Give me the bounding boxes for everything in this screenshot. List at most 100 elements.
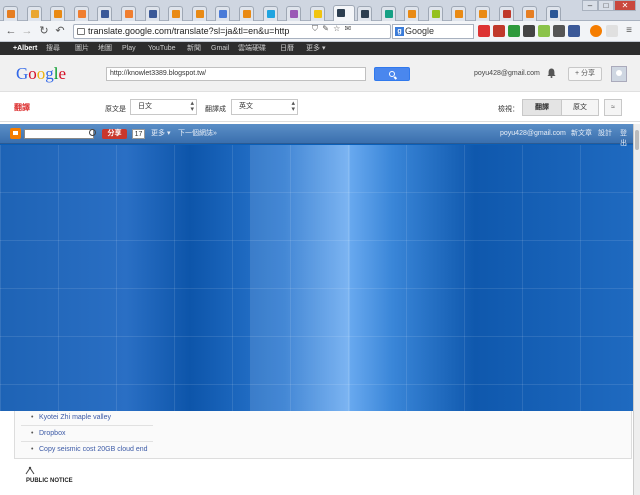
browser-tab[interactable]: [475, 6, 490, 21]
tab-favicon-icon: [502, 10, 511, 18]
forward-icon[interactable]: →: [20, 24, 34, 38]
red-extension-icon[interactable]: [493, 25, 505, 37]
browser-tab[interactable]: [427, 6, 443, 21]
browser-tab[interactable]: [3, 6, 18, 21]
view-original-button[interactable]: 原文: [561, 99, 599, 116]
browser-tab[interactable]: [262, 6, 278, 21]
green-extension-icon[interactable]: [508, 25, 520, 37]
collapse-header-button[interactable]: ≈: [604, 99, 622, 116]
tab-favicon-icon: [266, 10, 275, 18]
next-blog-link[interactable]: 下一個網誌»: [178, 129, 217, 139]
browser-tab[interactable]: [50, 6, 66, 21]
translate-url-input[interactable]: http://knowlet3389.blogspot.tw/: [106, 67, 366, 81]
notification-bell-icon[interactable]: [547, 68, 556, 78]
extension-icon[interactable]: [606, 25, 618, 37]
gbar-item[interactable]: YouTube: [148, 42, 176, 55]
browser-tab[interactable]: [309, 6, 325, 21]
source-language-select[interactable]: 日文 ▴ ▾: [130, 99, 197, 115]
browser-tab[interactable]: [404, 6, 420, 21]
browser-tab[interactable]: [73, 6, 89, 21]
translate-search-button[interactable]: [374, 67, 410, 81]
more-menu[interactable]: 更多 ▾: [151, 129, 170, 139]
browser-tab[interactable]: [545, 6, 561, 21]
gbar-item[interactable]: 更多 ▾: [306, 42, 325, 55]
from-label: 原文是: [105, 106, 126, 113]
gbar-item[interactable]: 圖片: [75, 42, 89, 55]
blog-share-button[interactable]: 分享: [102, 129, 127, 139]
android-extension-icon[interactable]: [538, 25, 550, 37]
new-post-link[interactable]: 新文章: [571, 129, 592, 139]
view-translated-button[interactable]: 翻譯: [522, 99, 562, 116]
browser-tab[interactable]: [451, 6, 467, 21]
history-back-icon[interactable]: ↶: [53, 24, 67, 38]
browser-tab[interactable]: [144, 6, 160, 21]
close-window-button[interactable]: ✕: [614, 0, 636, 11]
google-search-icon: g: [395, 27, 404, 36]
browser-tab[interactable]: [380, 6, 396, 21]
dark-extension-icon[interactable]: [523, 25, 535, 37]
sign-out-link[interactable]: 登出: [620, 129, 633, 149]
translate-logo[interactable]: 翻譯: [14, 102, 36, 112]
gbar-item[interactable]: Play: [122, 42, 136, 55]
browser-tab[interactable]: [498, 6, 514, 21]
blogger-user-email: poyu428@gmail.com: [500, 130, 566, 137]
blog-search-icon[interactable]: [89, 129, 96, 136]
google-logo[interactable]: Google: [16, 64, 66, 84]
gbar-item[interactable]: 新聞: [187, 42, 201, 55]
list-item[interactable]: Copy seismic cost 20GB cloud end: [31, 446, 148, 454]
browser-tab[interactable]: [286, 6, 302, 21]
browser-tab[interactable]: [333, 5, 356, 21]
page-scrollbar[interactable]: [633, 124, 640, 495]
maximize-button[interactable]: □: [598, 0, 614, 11]
tab-favicon-icon: [243, 10, 251, 18]
orange-extension-icon[interactable]: [590, 25, 602, 37]
translated-page-frame: 分享 17 更多 ▾ 下一個網誌» poyu428@gmail.com 新文章 …: [0, 124, 633, 411]
user-email[interactable]: poyu428@gmail.com: [474, 70, 540, 77]
list-item[interactable]: Dropbox: [31, 430, 66, 438]
browser-tab[interactable]: [97, 6, 113, 21]
scrollbar-thumb[interactable]: [635, 130, 639, 150]
tab-favicon-icon: [54, 10, 63, 18]
menu-icon[interactable]: ≡: [622, 24, 636, 38]
design-link[interactable]: 設計: [598, 129, 612, 139]
browser-tab[interactable]: [191, 6, 207, 21]
blue-extension-icon[interactable]: [568, 25, 580, 37]
browser-tab[interactable]: [121, 6, 136, 21]
tab-favicon-icon: [526, 10, 535, 18]
gbar-item[interactable]: 地圖: [98, 42, 112, 55]
reload-icon[interactable]: ↻: [37, 24, 51, 38]
address-bar-icons[interactable]: ⛉ ✎ ☆ ✉: [312, 24, 352, 34]
tab-favicon-icon: [337, 9, 346, 17]
gray-extension-icon[interactable]: [553, 25, 565, 37]
browser-tab[interactable]: [239, 6, 254, 21]
tab-favicon-icon: [195, 10, 204, 18]
minimize-button[interactable]: –: [582, 0, 598, 11]
browser-tab[interactable]: [215, 6, 231, 21]
target-language-select[interactable]: 英文 ▴ ▾: [231, 99, 298, 115]
browser-tab[interactable]: [522, 6, 538, 21]
gbar-item[interactable]: +Albert: [13, 42, 37, 55]
tab-favicon-icon: [384, 10, 393, 18]
gmail-extension-icon[interactable]: [478, 25, 490, 37]
back-icon[interactable]: ←: [4, 24, 18, 38]
tab-favicon-icon: [101, 10, 110, 18]
avatar[interactable]: [611, 66, 627, 82]
gbar-item[interactable]: 雲端硬碟: [238, 42, 266, 55]
blog-search-input[interactable]: [24, 129, 94, 139]
blogger-icon[interactable]: [10, 128, 21, 139]
gbar-item[interactable]: 日曆: [280, 42, 294, 55]
search-box[interactable]: g Google: [392, 24, 474, 39]
share-count: 17: [132, 129, 145, 139]
browser-tab[interactable]: [26, 6, 42, 21]
gbar-item[interactable]: 搜尋: [46, 42, 60, 55]
tab-favicon-icon: [408, 10, 417, 18]
select-arrows-icon: ▴ ▾: [190, 100, 194, 113]
list-item[interactable]: Kyotei Zhi maple valley: [31, 414, 111, 422]
tab-favicon-icon: [219, 10, 228, 18]
share-button[interactable]: + 分享: [568, 67, 602, 81]
tab-favicon-icon: [172, 10, 181, 18]
tab-favicon-icon: [549, 10, 558, 18]
gbar-item[interactable]: Gmail: [211, 42, 229, 55]
browser-tab[interactable]: [168, 6, 184, 21]
browser-tab[interactable]: [357, 6, 372, 21]
